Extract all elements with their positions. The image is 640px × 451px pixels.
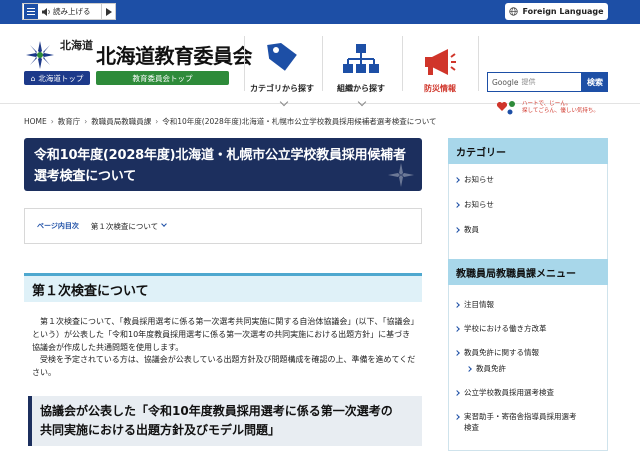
menu-item-label: 公立学校教員採用選考検査 bbox=[464, 388, 554, 397]
toc-label: ページ内目次 bbox=[37, 222, 79, 230]
menu-item[interactable]: 学校における働き方改革 bbox=[449, 323, 607, 347]
category-panel: カテゴリー お知らせ お知らせ 教員 bbox=[448, 138, 608, 267]
breadcrumb-item[interactable]: 教育庁 bbox=[58, 117, 81, 126]
page-title: 令和10年度(2028年度)北海道・札幌市公立学校教員採用候補者 選考検査につい… bbox=[34, 146, 412, 188]
subsection-heading-line1: 協議会が公表した「令和10年度教員採用選考に係る第一次選考の bbox=[40, 403, 393, 418]
breadcrumb-current: 令和10年度(2028年度)北海道・札幌市公立学校教員採用候補者選考検査について bbox=[162, 117, 437, 126]
search-button[interactable]: 検索 bbox=[582, 72, 608, 92]
subsection-heading-line2: 共同実施における出題方針及びモデル問題」 bbox=[40, 423, 281, 438]
chevron-right-icon: › bbox=[84, 117, 88, 126]
menu-icon[interactable] bbox=[24, 4, 38, 19]
chevron-right-icon bbox=[454, 202, 460, 208]
site-header: 北海道 ⌂ 北海道トップ 北海道教育委員会 教育委員会トップ カテゴリから探す … bbox=[0, 24, 640, 115]
chevron-right-icon bbox=[454, 350, 460, 356]
board-title[interactable]: 北海道教育委員会 bbox=[96, 40, 253, 69]
org-chart-icon bbox=[343, 44, 379, 73]
menu-item-label: 教員免許に関する情報 bbox=[464, 348, 539, 357]
search-input[interactable]: Google 提供 bbox=[487, 72, 582, 92]
subsection-heading: 協議会が公表した「令和10年度教員採用選考に係る第一次選考の 共同実施における出… bbox=[28, 395, 422, 447]
page-title-line2: 選考検査について bbox=[34, 168, 137, 184]
menu-subitem[interactable]: 教員免許 bbox=[449, 363, 607, 387]
chevron-right-icon bbox=[454, 326, 460, 332]
category-item[interactable]: お知らせ bbox=[449, 174, 607, 199]
chevron-right-icon bbox=[454, 302, 460, 308]
top-bar: 読み上げる Foreign Language bbox=[0, 0, 640, 24]
page-title-box: 令和10年度(2028年度)北海道・札幌市公立学校教員採用候補者 選考検査につい… bbox=[24, 138, 422, 191]
nav-category-label: カテゴリから探す bbox=[250, 84, 314, 93]
paragraph: 第１次検査について、「教員採用選考に係る第一次選考共同実施に関する自治体協議会」… bbox=[32, 317, 415, 352]
pref-name: 北海道 bbox=[60, 39, 93, 52]
paragraph: 受検を予定されている方は、協議会が公表している出題方針及び問題構成を確認の上、準… bbox=[32, 355, 416, 378]
nav-organization[interactable]: 組織から探す bbox=[323, 29, 399, 103]
chevron-right-icon bbox=[454, 177, 460, 183]
menu-item-label: 教員免許 bbox=[476, 364, 506, 373]
slogan[interactable]: ハートで、じーん。 探してごらん、優しい気持ち。 bbox=[496, 98, 610, 118]
breadcrumb-item[interactable]: 教職員局教職員課 bbox=[91, 117, 151, 126]
category-item[interactable]: 教員 bbox=[449, 224, 607, 249]
nav-disaster[interactable]: 防災情報 bbox=[403, 29, 477, 103]
speaker-icon bbox=[42, 7, 50, 16]
heart-logo-icon bbox=[496, 101, 515, 115]
menu-item-label: 実習助手・寄宿舎指導員採用選考 bbox=[464, 412, 577, 421]
pref-top-button[interactable]: ⌂ 北海道トップ bbox=[24, 71, 90, 85]
tag-icon bbox=[267, 42, 297, 71]
section-heading: 第１次検査について bbox=[24, 273, 422, 302]
nav-organization-label: 組織から探す bbox=[337, 84, 385, 93]
divider bbox=[478, 36, 479, 91]
pref-top-label: 北海道トップ bbox=[38, 73, 84, 83]
chevron-right-icon bbox=[454, 227, 460, 233]
menu-item[interactable]: 公立学校教員採用選考検査 bbox=[449, 387, 607, 411]
foreign-language-button[interactable]: Foreign Language bbox=[505, 3, 608, 20]
main-content: 令和10年度(2028年度)北海道・札幌市公立学校教員採用候補者 選考検査につい… bbox=[24, 138, 422, 447]
menu-item-label: 学校における働き方改革 bbox=[464, 324, 547, 333]
breadcrumb: HOME › 教育庁 › 教職員局教職員課 › 令和10年度(2028年度)北海道・札幌市公… bbox=[24, 116, 437, 127]
toc-link[interactable]: 第１次検査について bbox=[91, 221, 158, 232]
slogan-line1: ハートで、じーん。 bbox=[522, 101, 572, 108]
division-menu-panel: 教職員局教職員課メニュー 注目情報 学校における働き方改革 教員免許に関する情報… bbox=[448, 259, 608, 451]
nav-category[interactable]: カテゴリから探す bbox=[245, 29, 319, 103]
megaphone-icon bbox=[425, 49, 456, 75]
category-item-label: お知らせ bbox=[464, 175, 494, 184]
chevron-right-icon bbox=[466, 366, 472, 372]
menu-item[interactable]: 注目情報 bbox=[449, 299, 607, 323]
chevron-down-icon bbox=[161, 221, 167, 227]
nav-disaster-label: 防災情報 bbox=[424, 84, 456, 93]
category-item-label: お知らせ bbox=[464, 200, 494, 209]
menu-item[interactable]: 実習助手・寄宿舎指導員採用選考 検査 bbox=[449, 411, 607, 437]
home-icon: ⌂ bbox=[30, 73, 36, 83]
read-aloud-label[interactable]: 読み上げる bbox=[53, 6, 91, 17]
search-placeholder: 提供 bbox=[521, 78, 536, 86]
section-body: 第１次検査について、「教員採用選考に係る第一次選考共同実施に関する自治体協議会」… bbox=[24, 302, 422, 380]
foreign-language-label: Foreign Language bbox=[522, 7, 604, 16]
category-title: カテゴリー bbox=[448, 138, 608, 164]
category-item[interactable]: お知らせ bbox=[449, 199, 607, 224]
menu-item[interactable]: 教員免許に関する情報 bbox=[449, 347, 607, 363]
play-icon[interactable] bbox=[101, 4, 115, 19]
chevron-right-icon: › bbox=[155, 117, 159, 126]
hokkaido-emblem-icon[interactable] bbox=[24, 39, 56, 71]
category-item-label: 教員 bbox=[464, 225, 479, 234]
table-of-contents: ページ内目次 第１次検査について bbox=[24, 208, 422, 244]
menu-title: 教職員局教職員課メニュー bbox=[448, 259, 608, 285]
chevron-right-icon bbox=[454, 414, 460, 420]
menu-item-label: 注目情報 bbox=[464, 300, 494, 309]
board-top-button[interactable]: 教育委員会トップ bbox=[96, 71, 229, 85]
search-box: Google 提供 検索 bbox=[487, 72, 608, 92]
emblem-watermark-icon bbox=[388, 163, 414, 187]
menu-item-label: 検査 bbox=[464, 423, 479, 433]
google-label: Google bbox=[492, 77, 519, 87]
breadcrumb-home[interactable]: HOME bbox=[24, 117, 47, 126]
page-title-line1: 令和10年度(2028年度)北海道・札幌市公立学校教員採用候補者 bbox=[34, 148, 406, 163]
chevron-right-icon bbox=[454, 390, 460, 396]
read-aloud-bar[interactable]: 読み上げる bbox=[22, 3, 116, 20]
slogan-line2: 探してごらん、優しい気持ち。 bbox=[522, 108, 599, 114]
globe-icon bbox=[509, 7, 519, 16]
chevron-right-icon: › bbox=[50, 117, 54, 126]
